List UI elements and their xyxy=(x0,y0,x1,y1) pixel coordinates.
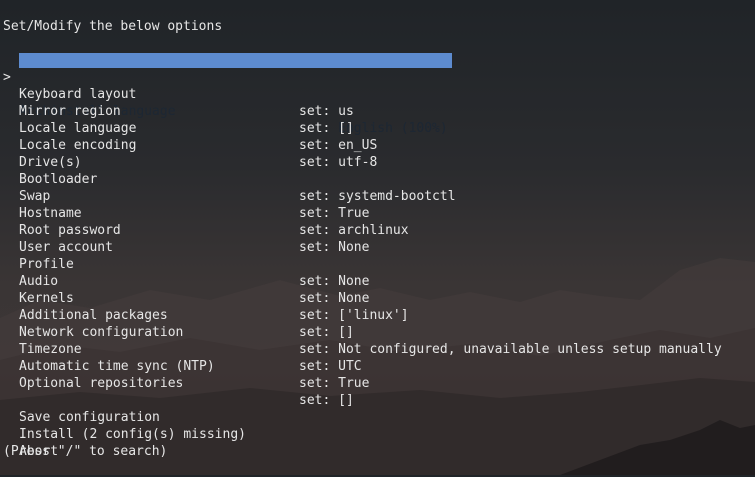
menu-item-kernels[interactable]: Kernels set: ['linux'] xyxy=(0,273,755,323)
menu-item-profile[interactable]: Profile set: None xyxy=(0,239,755,289)
menu-item-bootloader[interactable]: Bootloader set: systemd-bootctl xyxy=(0,154,755,204)
terminal: Set/Modify the below options > Archinsta… xyxy=(0,0,755,475)
menu-item-user-account[interactable]: User account xyxy=(0,222,755,255)
menu-item-additional-packages[interactable]: Additional packages set: [] xyxy=(0,290,755,340)
menu-item-optional-repositories[interactable]: Optional repositories set: [] xyxy=(0,358,755,408)
menu-item-value: set: True xyxy=(299,376,370,391)
menu-item-audio[interactable]: Audio set: None xyxy=(0,256,755,306)
menu-item-drives[interactable]: Drive(s) xyxy=(0,137,755,170)
menu-action-install[interactable]: Install (2 config(s) missing) xyxy=(0,409,755,442)
menu-item-keyboard-layout[interactable]: Keyboard layout set: us xyxy=(0,69,755,119)
menu-item-mirror-region[interactable]: Mirror region set: [] xyxy=(0,86,755,136)
menu-item-locale-encoding[interactable]: Locale encoding set: utf-8 xyxy=(0,120,755,170)
menu-item-network-configuration[interactable]: Network configuration set: Not configure… xyxy=(0,307,755,357)
menu-item-archinstall-language[interactable]: > Archinstall language set: English (100… xyxy=(0,52,755,136)
menu-item-hostname[interactable]: Hostname set: archlinux xyxy=(0,188,755,238)
menu-item-locale-language[interactable]: Locale language set: en_US xyxy=(0,103,755,153)
menu-item-timezone[interactable]: Timezone set: UTC xyxy=(0,324,755,374)
menu-action-abort[interactable]: Abort xyxy=(0,426,755,459)
menu-item-label: Optional repositories xyxy=(19,376,184,391)
selection-highlight xyxy=(19,53,452,68)
menu-item-root-password[interactable]: Root password set: None xyxy=(0,205,755,255)
menu-item-swap[interactable]: Swap set: True xyxy=(0,171,755,221)
menu-action-save-configuration[interactable]: Save configuration xyxy=(0,392,755,425)
menu-item-automatic-time-sync[interactable]: Automatic time sync (NTP) set: True xyxy=(0,341,755,391)
search-hint: (Press "/" to search) xyxy=(3,444,168,459)
menu-title: Set/Modify the below options xyxy=(3,19,223,34)
